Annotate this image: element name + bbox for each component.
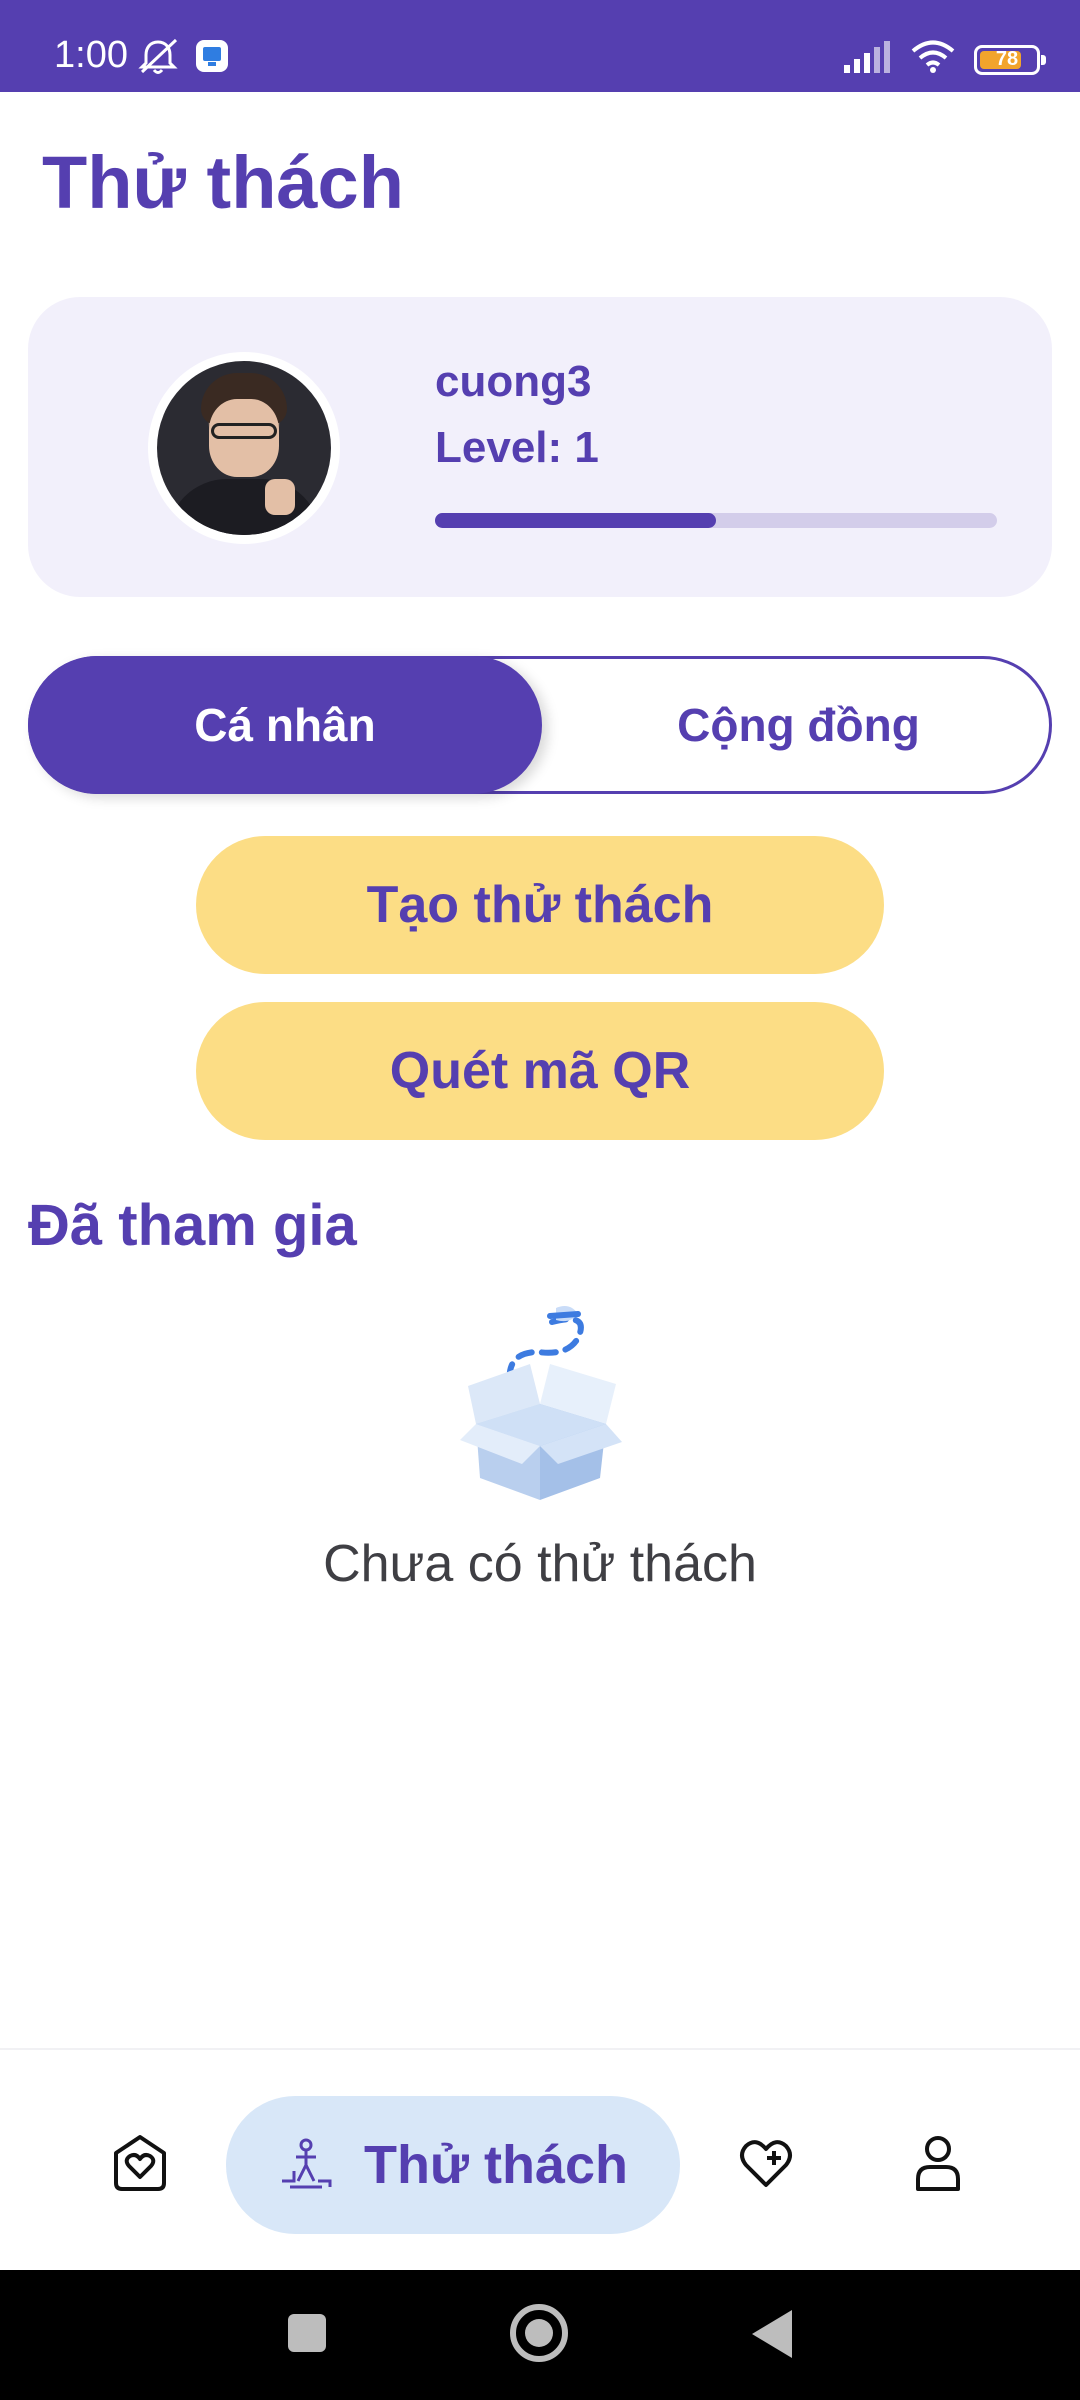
status-left-icons — [136, 36, 230, 81]
create-challenge-button[interactable]: Tạo thử thách — [196, 836, 884, 974]
tab-community[interactable]: Cộng đồng — [542, 656, 1055, 794]
level-progress-bar — [435, 513, 997, 528]
status-right-icons: 78 — [842, 40, 1046, 79]
challenge-icon — [278, 2135, 334, 2196]
nav-health[interactable] — [726, 2096, 806, 2234]
status-bar: 1:00 78 — [0, 0, 1080, 92]
tab-personal-label: Cá nhân — [194, 699, 376, 751]
nav-challenges-label: Thử thách — [363, 2135, 629, 2195]
scan-qr-button[interactable]: Quét mã QR — [196, 1002, 884, 1140]
app-screen: 1:00 78 Thử thách cuong3 Level: 1 Cá nhâ… — [0, 0, 1080, 2400]
level-progress-fill — [435, 513, 716, 528]
bottom-nav: Thử thách — [0, 2048, 1080, 2270]
battery-level: 78 — [995, 48, 1019, 70]
avatar-ring — [148, 352, 340, 544]
nav-profile[interactable] — [898, 2096, 978, 2234]
status-time: 1:00 — [54, 34, 128, 76]
nav-home[interactable] — [100, 2096, 180, 2234]
tab-community-label: Cộng đồng — [677, 699, 920, 751]
scan-qr-label: Quét mã QR — [389, 1042, 691, 1100]
empty-box-icon — [440, 1300, 640, 1510]
profile-card: cuong3 Level: 1 — [28, 297, 1052, 597]
empty-state-text: Chưa có thử thách — [323, 1535, 757, 1593]
app-notification-icon — [194, 38, 230, 79]
heart-plus-icon — [736, 2135, 796, 2196]
system-nav-bar — [0, 2270, 1080, 2400]
tab-personal[interactable]: Cá nhân — [28, 656, 542, 794]
avatar[interactable] — [157, 361, 331, 535]
person-icon — [912, 2133, 964, 2198]
wifi-icon — [910, 40, 956, 79]
joined-section-title: Đã tham gia — [28, 1193, 357, 1258]
home-button[interactable] — [510, 2304, 568, 2362]
recents-button[interactable] — [288, 2314, 326, 2352]
battery-icon: 78 — [974, 44, 1046, 75]
nav-challenges[interactable]: Thử thách — [226, 2096, 680, 2234]
username: cuong3 — [435, 357, 592, 406]
page-title: Thử thách — [42, 141, 404, 224]
signal-icon — [842, 41, 892, 78]
create-challenge-label: Tạo thử thách — [366, 876, 714, 934]
back-button[interactable] — [752, 2310, 792, 2358]
level-label: Level: 1 — [435, 423, 599, 472]
challenge-scope-tabs: Cá nhân Cộng đồng — [28, 656, 1052, 794]
home-heart-icon — [108, 2131, 172, 2200]
alarm-off-icon — [136, 36, 180, 81]
